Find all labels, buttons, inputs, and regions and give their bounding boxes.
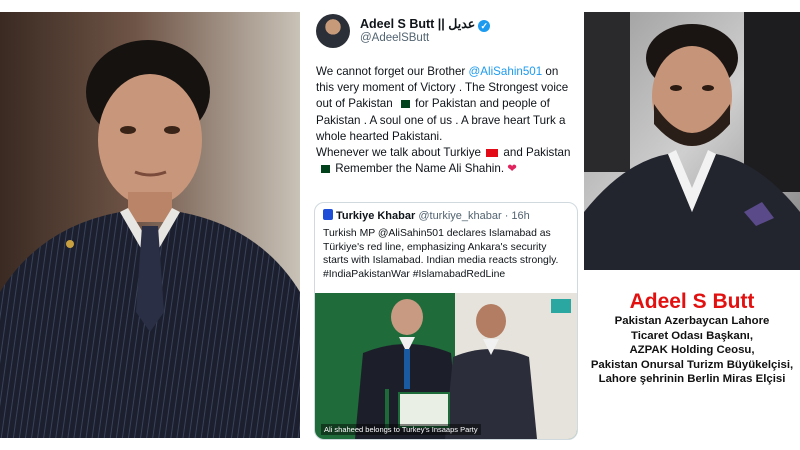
tweet-text: We cannot forget our Brother @AliSahin50… bbox=[316, 64, 574, 177]
media-caption: Ali shaheed belongs to Turkey's Insaaps … bbox=[321, 424, 481, 435]
quote-media-image[interactable]: Ali shaheed belongs to Turkey's Insaaps … bbox=[315, 293, 577, 439]
tweet-paragraph-1: We cannot forget our Brother @AliSahin50… bbox=[316, 65, 569, 143]
caption-line: Lahore şehrinin Berlin Miras Elçisi bbox=[598, 373, 786, 386]
pakistan-flag-icon bbox=[318, 165, 330, 174]
quote-author-name: Turkiye Khabar bbox=[336, 210, 416, 222]
caption-line: AZPAK Holding Ceosu, bbox=[629, 344, 755, 357]
tweet-paragraph-2: Whenever we talk about Turkiye and Pakis… bbox=[316, 146, 571, 160]
tweet-header: Adeel S Butt || عدیل ✓ @AdeelSButt bbox=[316, 14, 566, 54]
news-logo-icon bbox=[323, 209, 333, 220]
quote-text: Turkish MP @AliSahin501 declares Islamab… bbox=[323, 228, 559, 280]
quoted-tweet[interactable]: Turkiye Khabar @turkiye_khabar · 16h Tur… bbox=[314, 202, 578, 440]
profile-caption: Adeel S Butt Pakistan Azerbaycan Lahore … bbox=[584, 290, 800, 387]
tweet-card: Adeel S Butt || عدیل ✓ @AdeelSButt We can… bbox=[306, 0, 578, 450]
heart-icon: ❤ bbox=[507, 162, 517, 176]
caption-line: Ticaret Odası Başkanı, bbox=[631, 329, 753, 342]
pakistan-flag-icon bbox=[397, 100, 410, 109]
display-name[interactable]: Adeel S Butt || عدیل ✓ bbox=[360, 16, 491, 32]
turkey-flag-icon bbox=[486, 149, 499, 158]
left-portrait-photo bbox=[0, 12, 300, 438]
right-portrait-photo bbox=[584, 12, 800, 270]
quote-handle-time: @turkiye_khabar · 16h bbox=[418, 210, 530, 222]
mention-link[interactable]: @AliSahin501 bbox=[469, 65, 543, 78]
verified-badge-icon: ✓ bbox=[478, 20, 491, 32]
quote-header: Turkiye Khabar @turkiye_khabar · 16h bbox=[323, 209, 530, 222]
avatar[interactable] bbox=[316, 14, 350, 48]
user-handle[interactable]: @AdeelSButt bbox=[360, 32, 429, 44]
caption-line: Pakistan Azerbaycan Lahore bbox=[614, 315, 770, 327]
tweet-paragraph-3: Remember the Name Ali Shahin. ❤ bbox=[316, 161, 574, 177]
caption-name: Adeel S Butt bbox=[629, 290, 755, 313]
caption-line: Pakistan Onursal Turizm Büyükelçisi, bbox=[590, 358, 794, 371]
